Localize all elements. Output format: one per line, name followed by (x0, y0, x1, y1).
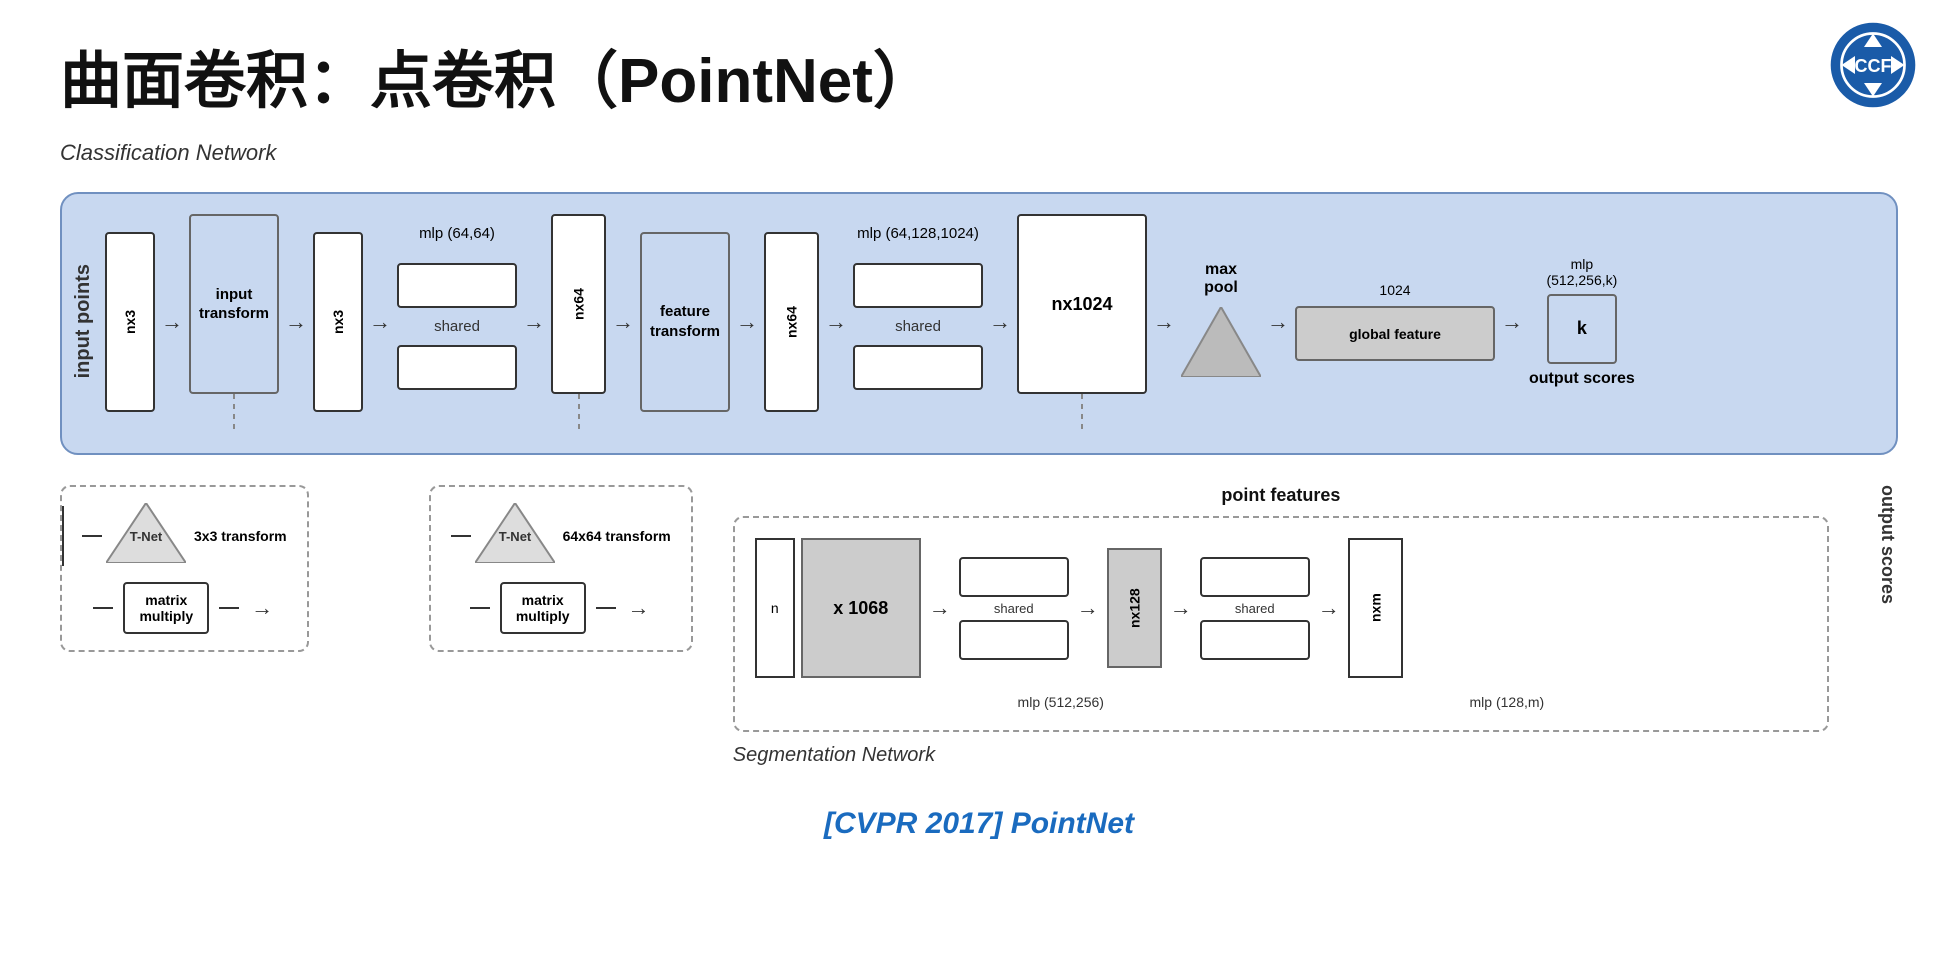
tnet2-box: T-Net 64x64 transform matrix multiply (429, 485, 693, 652)
seg-shared1-label: shared (994, 601, 1034, 616)
cn-inner: nx3 → input transform → nx3 (105, 214, 1872, 429)
seg-n-box: n (755, 538, 795, 678)
nx3-box-1: nx3 (105, 232, 155, 412)
tnet1-matrix-box: matrix multiply (123, 582, 209, 634)
final-output-area: mlp (512,256,k) k output scores (1529, 256, 1635, 388)
point-features-label: point features (733, 485, 1829, 506)
classification-network-box: input points nx3 → input transform → (60, 192, 1898, 455)
seg-mlp1-box1 (959, 557, 1069, 597)
svg-text:T-Net: T-Net (498, 529, 531, 544)
maxpool-area: max pool (1181, 261, 1261, 382)
mlp2-box2 (853, 345, 983, 390)
mlp1-box1 (397, 263, 517, 308)
maxpool-triangle (1181, 307, 1261, 377)
nx64-box: nx64 (551, 214, 606, 394)
svg-text:T-Net: T-Net (130, 529, 163, 544)
seg-inner: n x 1068 → shared → (755, 538, 1807, 678)
seg-mlp-stack-2: shared (1200, 557, 1310, 660)
arrow-9: → (1153, 309, 1175, 335)
arrow-8: → (989, 309, 1011, 335)
nx64-box-2: nx64 (764, 232, 819, 412)
seg-nx128-box: nx128 (1107, 548, 1162, 668)
nx1024-box: nx1024 (1017, 214, 1147, 394)
seg-nxm-box: nxm (1348, 538, 1403, 678)
dashed-arrow-2 (578, 394, 580, 429)
global-feature-box: global feature (1295, 306, 1495, 361)
arrow-4: → (523, 309, 545, 335)
mlp3-label: mlp (512,256,k) (1546, 256, 1617, 288)
mlp2-label: mlp (64,128,1024) (857, 225, 979, 242)
tnet2-transform-label: 64x64 transform (563, 528, 671, 544)
seg-mlp1-label: mlp (512,256) (1018, 694, 1104, 710)
ccf-logo: CCF (1828, 20, 1918, 110)
seg-concat-box: x 1068 (801, 538, 921, 678)
seg-output-scores-label: output scores (1877, 485, 1898, 604)
seg-section: point features n x 1068 → (733, 485, 1829, 767)
arrow-11: → (1501, 309, 1523, 335)
tnet2-matrix-box: matrix multiply (500, 582, 586, 634)
arrow-10: → (1267, 309, 1289, 335)
lower-section: T-Net 3x3 transform matrix multiply → (60, 485, 1898, 767)
arrow-7: → (825, 309, 847, 335)
diagram-area: Classification Network input points nx3 … (60, 140, 1898, 841)
tnet2-triangle: T-Net (475, 503, 555, 563)
citation: [CVPR 2017] PointNet (60, 807, 1898, 841)
input-transform-box: input transform (189, 214, 279, 394)
arrow-3: → (369, 309, 391, 335)
seg-network-box: n x 1068 → shared → (733, 516, 1829, 732)
slide: CCF 曲面卷积：点卷积（PointNet） Classification Ne… (0, 0, 1958, 953)
tnet1-triangle: T-Net (106, 503, 186, 563)
shared2-label: shared (895, 318, 941, 335)
mlp2-box1 (853, 263, 983, 308)
arrow-6: → (736, 309, 758, 335)
nx1024-col: nx1024 (1017, 214, 1147, 429)
arrow-1: → (161, 309, 183, 335)
svg-text:CCF: CCF (1855, 56, 1892, 76)
feature-1024-label: 1024 (1379, 282, 1410, 298)
input-transform-col: input transform (189, 214, 279, 429)
feature-transform-box: feature transform (640, 232, 730, 412)
mlp1-box2 (397, 345, 517, 390)
max-pool-label: max pool (1204, 261, 1238, 297)
segmentation-label: Segmentation Network (733, 744, 1829, 767)
global-output-area: 1024 global feature (1295, 282, 1495, 361)
arrow-2: → (285, 309, 307, 335)
nx64-col: nx64 (551, 214, 606, 429)
seg-mlp2-label: mlp (128,m) (1470, 694, 1545, 710)
nx3-box-2: nx3 (313, 232, 363, 412)
tnet1-box: T-Net 3x3 transform matrix multiply → (60, 485, 309, 652)
seg-shared2-label: shared (1235, 601, 1275, 616)
output-k-box: k (1547, 294, 1617, 364)
seg-mlp-stack-1: shared (959, 557, 1069, 660)
mlp1-label: mlp (64,64) (419, 225, 495, 242)
dashed-arrow-1 (233, 394, 235, 429)
output-scores-cn: output scores (1529, 370, 1635, 388)
input-points-label: input points (72, 264, 95, 378)
seg-mlp2-box2 (1200, 620, 1310, 660)
seg-labels-row: mlp (512,256) mlp (128,m) (755, 694, 1807, 710)
tnet1-transform-label: 3x3 transform (194, 528, 287, 544)
mlp-group-2: mlp (64,128,1024) shared (853, 253, 983, 390)
arrow-5: → (612, 309, 634, 335)
seg-mlp2-box1 (1200, 557, 1310, 597)
dashed-arrow-3 (1081, 394, 1083, 429)
classification-label: Classification Network (60, 140, 1898, 166)
shared1-label: shared (434, 318, 480, 335)
seg-output-scores-wrapper: output scores (1869, 485, 1898, 604)
mlp-group-1: mlp (64,64) shared (397, 253, 517, 390)
feature-transform-col: feature transform (640, 232, 730, 412)
page-title: 曲面卷积：点卷积（PointNet） (60, 30, 1898, 120)
seg-mlp1-box2 (959, 620, 1069, 660)
